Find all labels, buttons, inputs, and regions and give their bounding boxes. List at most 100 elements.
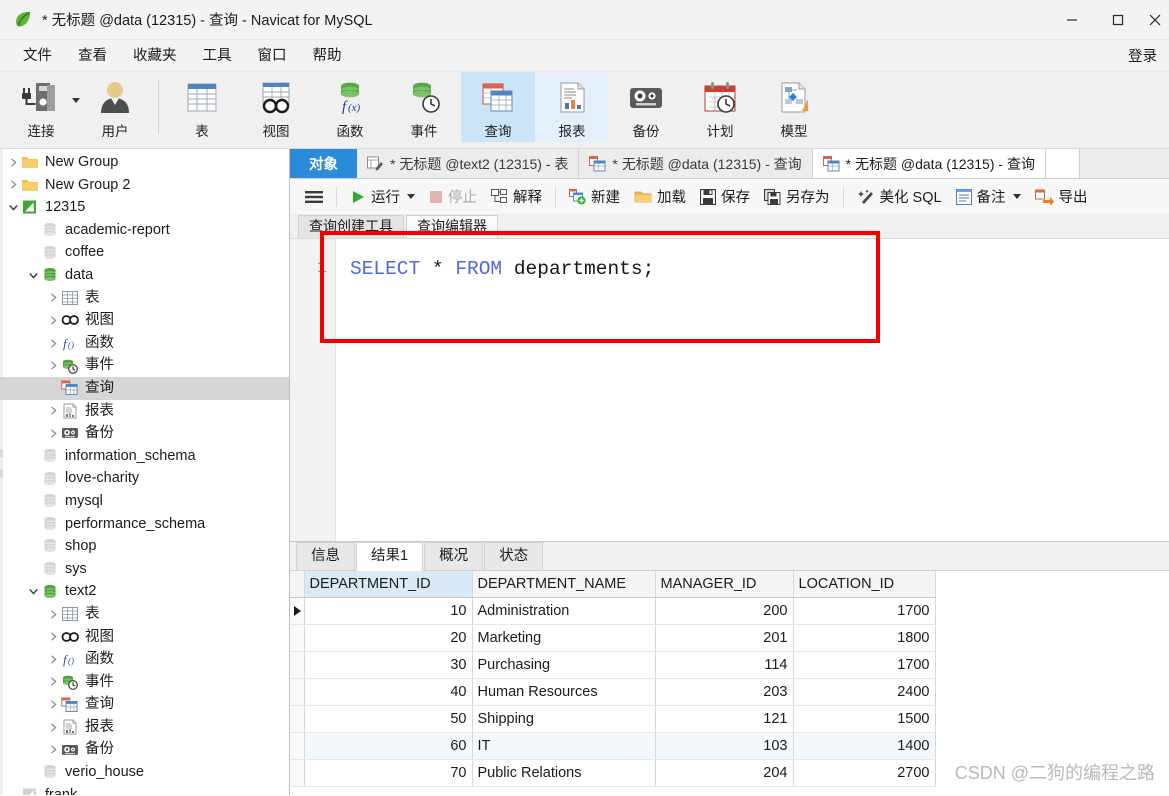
chevron-right-icon[interactable] bbox=[46, 676, 60, 687]
chevron-right-icon[interactable] bbox=[46, 654, 60, 665]
grid-column-header[interactable]: LOCATION_ID bbox=[793, 571, 936, 598]
sidebar-item-text2[interactable]: text2 bbox=[0, 580, 289, 603]
sidebar-item--[interactable]: 视图 bbox=[0, 625, 289, 648]
table-row[interactable]: 40 Human Resources 203 2400 bbox=[290, 678, 936, 706]
sidebar-item-12315[interactable]: 12315 bbox=[0, 196, 289, 219]
menu-item-favorites[interactable]: 收藏夹 bbox=[120, 40, 190, 72]
sub-tab-query-editor[interactable]: 查询编辑器 bbox=[406, 215, 498, 238]
sidebar-item-shop[interactable]: shop bbox=[0, 535, 289, 558]
toolbar-button-view[interactable]: 视图 bbox=[239, 72, 313, 142]
toolbar-button-backup[interactable]: 备份 bbox=[609, 72, 683, 142]
load-button[interactable]: 加载 bbox=[627, 183, 693, 211]
sidebar-item-frank[interactable]: frank bbox=[0, 784, 289, 795]
result-grid[interactable]: DEPARTMENT_ID DEPARTMENT_NAME MANAGER_ID LO… bbox=[290, 571, 936, 787]
grid-cell[interactable]: 1700 bbox=[793, 597, 936, 625]
grid-cell[interactable]: 103 bbox=[655, 732, 794, 760]
sidebar-item-data[interactable]: data bbox=[0, 264, 289, 287]
chevron-down-icon[interactable] bbox=[6, 202, 20, 213]
tab-document-1[interactable]: * 无标题 @data (12315) - 查询 bbox=[579, 149, 813, 178]
grid-cell[interactable]: Shipping bbox=[472, 705, 656, 733]
table-row[interactable]: 60 IT 103 1400 bbox=[290, 732, 936, 760]
sidebar-item--[interactable]: 表 bbox=[0, 603, 289, 626]
grid-cell[interactable]: 50 bbox=[304, 705, 473, 733]
chevron-right-icon[interactable] bbox=[46, 722, 60, 733]
grid-cell[interactable]: 1500 bbox=[793, 705, 936, 733]
toolbar-button-event[interactable]: 事件 bbox=[387, 72, 461, 142]
toolbar-button-model[interactable]: 模型 bbox=[757, 72, 831, 142]
grid-cell[interactable]: 121 bbox=[655, 705, 794, 733]
toolbar-button-schedule[interactable]: 计划 bbox=[683, 72, 757, 142]
sidebar-item-sys[interactable]: sys bbox=[0, 558, 289, 581]
chevron-right-icon[interactable] bbox=[46, 428, 60, 439]
minimize-icon[interactable] bbox=[1049, 0, 1095, 40]
table-row[interactable]: 70 Public Relations 204 2700 bbox=[290, 759, 936, 787]
grid-column-header[interactable]: DEPARTMENT_ID bbox=[304, 571, 473, 598]
chevron-right-icon[interactable] bbox=[6, 179, 20, 190]
grid-cell[interactable]: 30 bbox=[304, 651, 473, 679]
sidebar-item-mysql[interactable]: mysql bbox=[0, 490, 289, 513]
chevron-right-icon[interactable] bbox=[46, 405, 60, 416]
grid-cell[interactable]: IT bbox=[472, 732, 656, 760]
save-as-button[interactable]: 另存为 bbox=[757, 183, 837, 211]
chevron-right-icon[interactable] bbox=[46, 631, 60, 642]
sidebar-item-academic-report[interactable]: academic-report bbox=[0, 219, 289, 242]
menu-item-window[interactable]: 窗口 bbox=[245, 40, 300, 72]
export-button[interactable]: 导出 bbox=[1028, 183, 1095, 211]
toolbar-button-report[interactable]: 报表 bbox=[535, 72, 609, 142]
result-tab-status[interactable]: 状态 bbox=[484, 541, 544, 570]
login-button[interactable]: 登录 bbox=[1128, 45, 1157, 66]
result-tab-profile[interactable]: 概况 bbox=[424, 541, 484, 570]
menu-item-help[interactable]: 帮助 bbox=[300, 40, 355, 72]
toolbar-button-query[interactable]: 查询 bbox=[461, 72, 535, 142]
grid-cell[interactable]: 2400 bbox=[793, 678, 936, 706]
sidebar-item--[interactable]: 事件 bbox=[0, 354, 289, 377]
sidebar-item--[interactable]: 事件 bbox=[0, 671, 289, 694]
note-button[interactable]: 备注 bbox=[949, 183, 1028, 211]
chevron-down-icon[interactable] bbox=[26, 586, 40, 597]
chevron-right-icon[interactable] bbox=[46, 315, 60, 326]
grid-cell[interactable]: 1800 bbox=[793, 624, 936, 652]
result-tab-result1[interactable]: 结果1 bbox=[356, 541, 424, 571]
grid-cell[interactable]: 204 bbox=[655, 759, 794, 787]
sidebar-item--[interactable]: 查询 bbox=[0, 376, 289, 400]
sidebar-item-performance-schema[interactable]: performance_schema bbox=[0, 513, 289, 536]
toolbar-button-function[interactable]: f (x) 函数 bbox=[313, 72, 387, 142]
grid-cell[interactable]: 10 bbox=[304, 597, 473, 625]
grid-cell[interactable]: 1400 bbox=[793, 732, 936, 760]
grid-cell[interactable]: 2700 bbox=[793, 759, 936, 787]
grid-cell[interactable]: Purchasing bbox=[472, 651, 656, 679]
chevron-down-icon[interactable] bbox=[1012, 194, 1021, 199]
toolbar-button-user[interactable]: 用户 bbox=[78, 72, 152, 142]
sql-code-area[interactable]: SELECT * FROM departments; bbox=[336, 239, 1169, 541]
grid-cell[interactable]: 1700 bbox=[793, 651, 936, 679]
query-menu-button[interactable] bbox=[298, 183, 330, 211]
sidebar-item-love-charity[interactable]: love-charity bbox=[0, 467, 289, 490]
sidebar-item--[interactable]: 视图 bbox=[0, 309, 289, 332]
row-marker-cell[interactable] bbox=[290, 732, 305, 760]
grid-cell[interactable]: Human Resources bbox=[472, 678, 656, 706]
menu-item-view[interactable]: 查看 bbox=[65, 40, 120, 72]
sql-editor[interactable]: 1 SELECT * FROM departments; bbox=[290, 231, 1169, 542]
sidebar-item--[interactable]: 备份 bbox=[0, 422, 289, 445]
chevron-right-icon[interactable] bbox=[46, 744, 60, 755]
grid-cell[interactable]: 40 bbox=[304, 678, 473, 706]
grid-column-header[interactable]: DEPARTMENT_NAME bbox=[472, 571, 656, 598]
grid-cell[interactable]: Public Relations bbox=[472, 759, 656, 787]
row-marker-cell[interactable] bbox=[290, 597, 305, 625]
tab-document-2[interactable]: * 无标题 @data (12315) - 查询 bbox=[812, 149, 1046, 178]
sidebar-item--[interactable]: 查询 bbox=[0, 693, 289, 716]
chevron-right-icon[interactable] bbox=[6, 157, 20, 168]
sidebar-item-new-group[interactable]: New Group bbox=[0, 151, 289, 174]
row-marker-cell[interactable] bbox=[290, 678, 305, 706]
sidebar-item--[interactable]: 备份 bbox=[0, 738, 289, 761]
grid-cell[interactable]: 201 bbox=[655, 624, 794, 652]
sidebar-item--[interactable]: f() 函数 bbox=[0, 332, 289, 355]
explain-button[interactable]: 解释 bbox=[484, 183, 549, 211]
sidebar-item-information-schema[interactable]: information_schema bbox=[0, 445, 289, 468]
result-tab-info[interactable]: 信息 bbox=[296, 541, 355, 570]
chevron-right-icon[interactable] bbox=[46, 292, 60, 303]
chevron-right-icon[interactable] bbox=[46, 609, 60, 620]
beautify-sql-button[interactable]: 美化 SQL bbox=[850, 183, 949, 211]
table-row[interactable]: 20 Marketing 201 1800 bbox=[290, 624, 936, 652]
grid-cell[interactable]: 114 bbox=[655, 651, 794, 679]
